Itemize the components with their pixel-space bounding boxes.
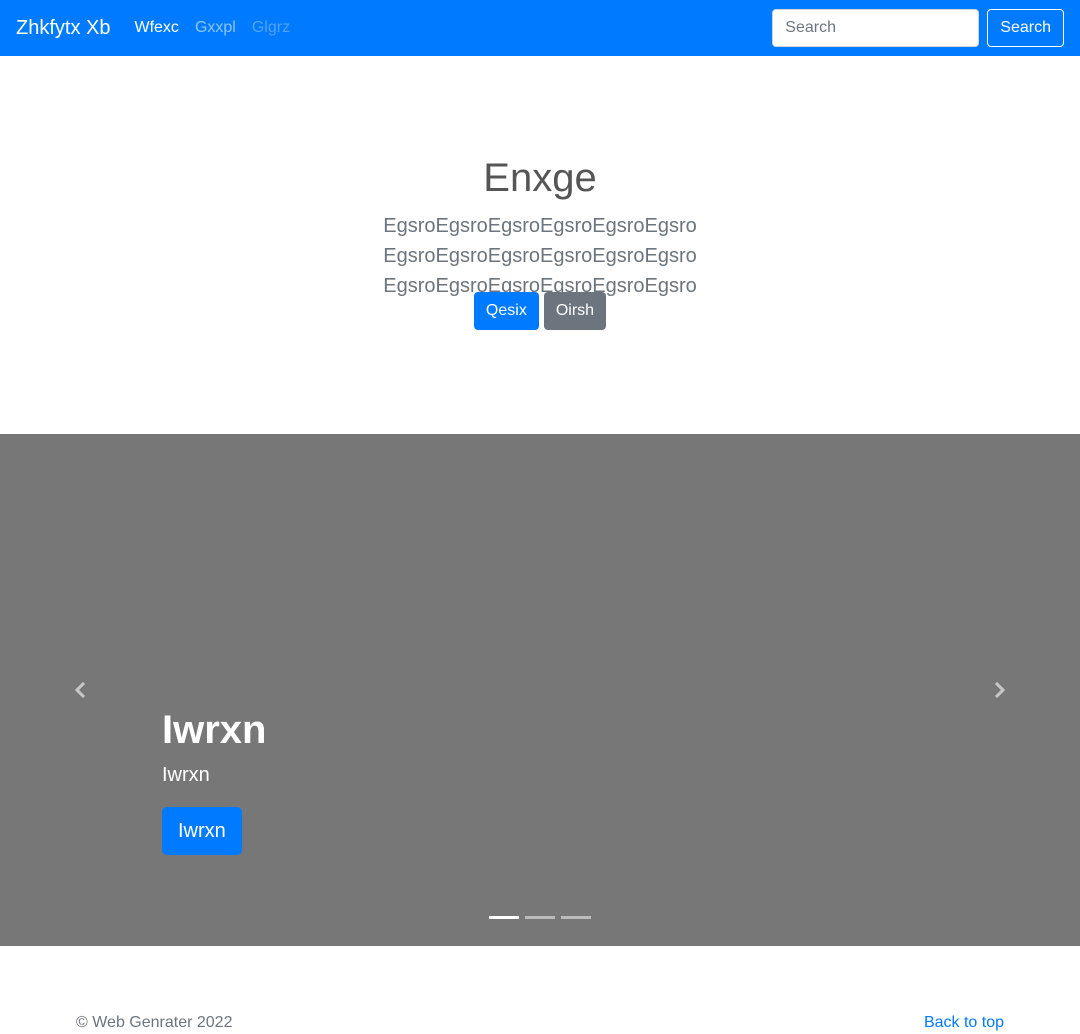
hero-primary-button[interactable]: Qesix [473, 292, 539, 330]
carousel-indicator-2[interactable] [525, 916, 555, 919]
carousel-indicators [0, 916, 1080, 919]
chevron-left-icon [74, 681, 86, 699]
carousel-caption-title: Iwrxn [162, 708, 267, 752]
nav-link-gxxpl[interactable]: Gxxpl [195, 19, 236, 37]
search-input[interactable] [772, 9, 980, 47]
footer: © Web Genrater 2022 Back to top [0, 946, 1080, 1034]
carousel: Iwrxn Iwrxn Iwrxn [0, 434, 1080, 946]
navbar: Zhkfytx Xb Wfexc Gxxpl Glgrz Search [0, 0, 1080, 56]
chevron-right-icon [994, 681, 1006, 699]
search-button[interactable]: Search [987, 9, 1064, 47]
hero-secondary-button[interactable]: Oirsh [543, 292, 607, 330]
nav-link-glgrz: Glgrz [251, 19, 291, 36]
brand[interactable]: Zhkfytx Xb [16, 17, 110, 40]
carousel-prev-button[interactable] [0, 434, 162, 946]
hero-lead: EgsroEgsroEgsroEgsroEgsroEgsro EgsroEgsr… [383, 215, 697, 297]
carousel-caption-text: Iwrxn [162, 764, 210, 786]
carousel-next-button[interactable] [918, 434, 1080, 946]
nav-link-wfexc[interactable]: Wfexc [134, 19, 178, 37]
carousel-indicator-3[interactable] [561, 916, 591, 919]
carousel-caption-button[interactable]: Iwrxn [162, 807, 242, 855]
hero-buttons: Qesix Oirsh [0, 292, 1080, 330]
hero-section: Enxge EgsroEgsroEgsroEgsroEgsroEgsro Egs… [0, 56, 1080, 434]
carousel-caption: Iwrxn Iwrxn Iwrxn [162, 706, 266, 855]
hero-title: Enxge [483, 156, 597, 200]
copyright-text: © Web Genrater 2022 [76, 1014, 233, 1031]
back-to-top-link[interactable]: Back to top [924, 1014, 1004, 1032]
carousel-indicator-1[interactable] [489, 916, 519, 919]
search-form: Search [772, 9, 1064, 47]
